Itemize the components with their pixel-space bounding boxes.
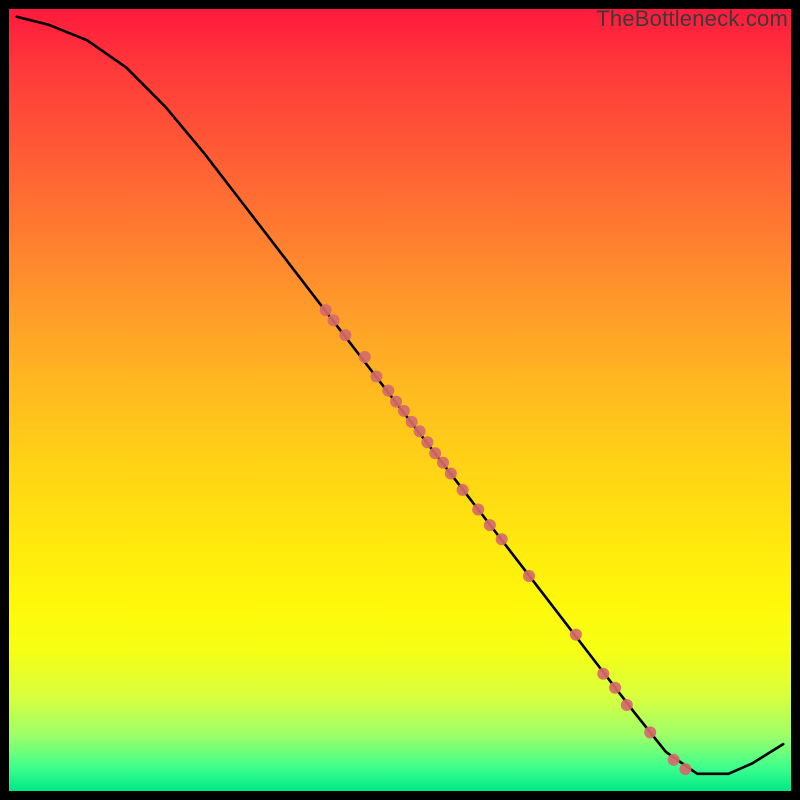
curve-line xyxy=(17,17,783,774)
chart-overlay xyxy=(0,0,800,800)
marker-points xyxy=(320,304,692,775)
chart-frame: TheBottleneck.com xyxy=(0,0,800,800)
watermark-label: TheBottleneck.com xyxy=(596,6,788,32)
